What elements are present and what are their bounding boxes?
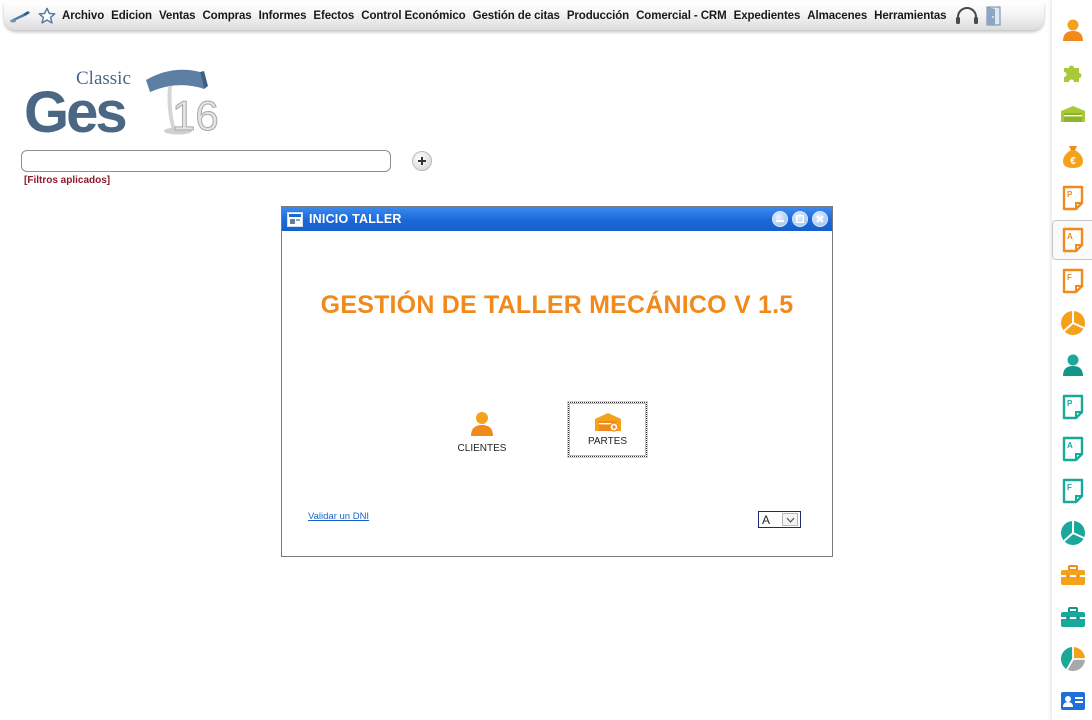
dialog-heading: GESTIÓN DE TALLER MECÁNICO V 1.5 (320, 291, 794, 319)
menu-bar: Archivo Edicion Ventas Compras Informes … (4, 2, 1044, 30)
pie-chart-icon (1060, 647, 1085, 672)
sidebar-transport-button[interactable] (1052, 94, 1092, 134)
right-sidebar: € P A F P A F (1051, 0, 1092, 720)
menu-item-control-economico[interactable]: Control Económico (361, 10, 465, 22)
sidebar-finance-button[interactable]: € (1052, 136, 1092, 176)
font-size-select[interactable]: A (758, 511, 801, 528)
svg-text:A: A (1067, 232, 1073, 241)
font-select-value: A (762, 512, 771, 527)
partes-button[interactable]: PARTES (568, 402, 647, 457)
close-button[interactable] (812, 211, 828, 227)
money-bag-icon: € (1062, 146, 1083, 168)
user-icon (471, 412, 493, 436)
close-icon (816, 215, 824, 223)
toolbox-icon (1060, 607, 1085, 627)
truck-icon (1060, 106, 1085, 122)
svg-text:16: 16 (172, 92, 219, 139)
plus-icon (418, 157, 426, 165)
sidebar-sales-stats-button[interactable] (1052, 303, 1092, 343)
search-input[interactable] (21, 150, 391, 172)
app-logo: Classic Ges 16 (22, 62, 222, 145)
puzzle-icon (1063, 65, 1081, 82)
sidebar-tools-button[interactable] (1052, 597, 1092, 637)
doc-f-icon: F (1062, 478, 1083, 504)
window-app-icon (287, 211, 303, 227)
pie-chart-icon (1060, 521, 1085, 545)
person-icon (1062, 354, 1083, 376)
svg-text:Ges: Ges (24, 80, 125, 142)
headset-support-icon[interactable] (955, 7, 979, 25)
svg-text:F: F (1067, 273, 1072, 282)
favorites-star-icon[interactable] (38, 7, 56, 25)
dialog-titlebar[interactable]: INICIO TALLER (282, 207, 832, 231)
exit-door-icon[interactable] (985, 6, 1003, 26)
chevron-down-icon[interactable] (782, 513, 798, 526)
menu-item-compras[interactable]: Compras (202, 10, 251, 22)
menu-item-expedientes[interactable]: Expedientes (734, 10, 801, 22)
add-filter-button[interactable] (412, 151, 432, 171)
menu-item-gestion-de-citas[interactable]: Gestión de citas (473, 10, 560, 22)
doc-a-icon: A (1062, 227, 1084, 253)
menu-item-almacenes[interactable]: Almacenes (807, 10, 867, 22)
pie-chart-icon (1060, 311, 1085, 335)
menu-item-ventas[interactable]: Ventas (159, 10, 196, 22)
svg-text:€: € (1070, 156, 1076, 167)
sidebar-purchase-stats-button[interactable] (1052, 513, 1092, 553)
svg-text:P: P (1067, 399, 1073, 408)
dialog-title: INICIO TALLER (309, 212, 402, 226)
menu-item-informes[interactable]: Informes (259, 10, 307, 22)
svg-text:P: P (1067, 190, 1073, 199)
sidebar-services-button[interactable] (1052, 555, 1092, 595)
sidebar-contacts-button[interactable] (1052, 681, 1092, 720)
partes-label: PARTES (587, 436, 628, 447)
clientes-button[interactable]: CLIENTES (450, 411, 514, 459)
sidebar-supplier-orders-button[interactable]: P (1052, 387, 1092, 427)
svg-text:A: A (1067, 441, 1073, 450)
workshop-icon (594, 413, 621, 432)
menu-item-efectos[interactable]: Efectos (313, 10, 354, 22)
contact-card-icon (1060, 692, 1085, 710)
doc-a-icon: A (1062, 436, 1083, 462)
clientes-label: CLIENTES (457, 443, 507, 454)
sidebar-delivery-notes-button[interactable]: A (1052, 220, 1092, 260)
sidebar-modules-button[interactable] (1052, 52, 1092, 92)
sidebar-supplier-delivery-notes-button[interactable]: A (1052, 429, 1092, 469)
maximize-icon (796, 215, 804, 223)
inicio-taller-dialog: INICIO TALLER GESTIÓN DE TALLER MECÁNICO… (281, 206, 833, 557)
menu-item-archivo[interactable]: Archivo (62, 10, 104, 22)
sidebar-results-button[interactable] (1052, 639, 1092, 679)
toolbox-icon (1060, 565, 1085, 585)
sidebar-clients-button[interactable] (1052, 10, 1092, 50)
sidebar-suppliers-button[interactable] (1052, 345, 1092, 385)
validate-dni-link[interactable]: Validar un DNI (308, 511, 369, 522)
doc-p-icon: P (1062, 185, 1083, 211)
minimize-icon (776, 220, 784, 222)
menu-item-produccion[interactable]: Producción (567, 10, 629, 22)
sidebar-invoices-button[interactable]: F (1052, 261, 1092, 301)
doc-p-icon: P (1062, 394, 1083, 420)
doc-f-icon: F (1062, 268, 1083, 294)
sidebar-supplier-invoices-button[interactable]: F (1052, 471, 1092, 511)
menu-item-edicion[interactable]: Edicion (111, 10, 152, 22)
person-icon (1062, 19, 1083, 41)
minimize-button[interactable] (772, 211, 788, 227)
svg-text:F: F (1067, 483, 1072, 492)
sidebar-purchase-orders-button[interactable]: P (1052, 178, 1092, 218)
menu-item-comercial-crm[interactable]: Comercial - CRM (636, 10, 727, 22)
maximize-button[interactable] (792, 211, 808, 227)
menu-item-herramientas[interactable]: Herramientas (874, 10, 946, 22)
applied-filters-label[interactable]: [Filtros aplicados] (24, 175, 110, 186)
brush-icon[interactable] (10, 9, 32, 23)
